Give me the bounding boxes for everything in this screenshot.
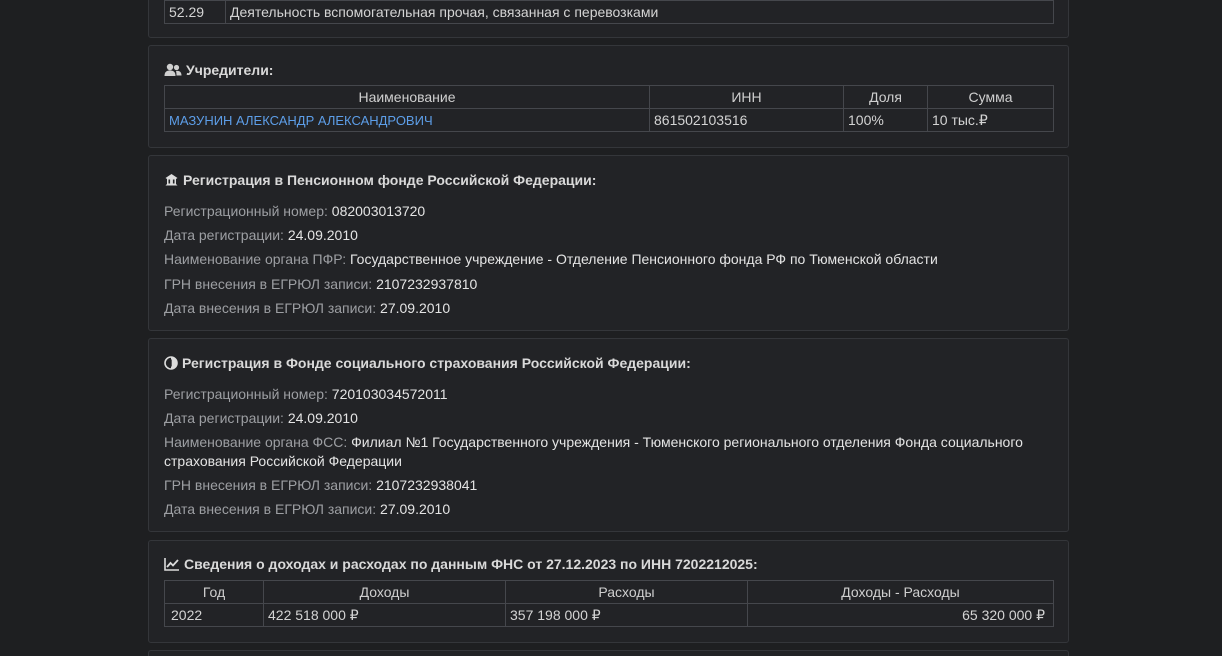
founder-sum: 10 тыс.₽ bbox=[927, 108, 1054, 132]
pfr-entry-date-row: Дата внесения в ЕГРЮЛ записи: 27.09.2010 bbox=[164, 299, 1054, 318]
founder-share: 100% bbox=[843, 108, 928, 132]
pfr-grn-label: ГРН внесения в ЕГРЮЛ записи: bbox=[164, 276, 373, 292]
pfr-grn-row: ГРН внесения в ЕГРЮЛ записи: 21072329378… bbox=[164, 275, 1054, 294]
founders-title: Учредители: bbox=[164, 62, 273, 78]
founders-card: Учредители: Наименование ИНН Доля Сумма … bbox=[148, 45, 1069, 148]
okved-code: 52.29 bbox=[164, 0, 226, 24]
founder-name-link[interactable]: МАЗУНИН АЛЕКСАНДР АЛЕКСАНДРОВИЧ bbox=[169, 113, 433, 128]
okved-name: Деятельность вспомогательная прочая, свя… bbox=[225, 0, 1054, 24]
column-header-income: Доходы bbox=[263, 580, 506, 604]
founder-inn: 861502103516 bbox=[649, 108, 844, 132]
pfr-entry-date: 27.09.2010 bbox=[380, 300, 451, 316]
fss-reg-date: 24.09.2010 bbox=[287, 410, 358, 426]
table-header-row: Год Доходы Расходы Доходы - Расходы bbox=[164, 580, 1054, 604]
finance-title: Сведения о доходах и расходах по данным … bbox=[164, 556, 758, 572]
fss-title: Регистрация в Фонде социального страхова… bbox=[164, 355, 691, 371]
column-header-share: Доля bbox=[843, 85, 928, 109]
fss-reg-number-label: Регистрационный номер: bbox=[164, 386, 328, 402]
finance-income: 422 518 000 ₽ bbox=[263, 603, 506, 627]
fss-organ-row-cont: страхования Российской Федерации bbox=[164, 452, 1054, 471]
fss-card: Регистрация в Фонде социального страхова… bbox=[148, 338, 1069, 532]
finance-diff: 65 320 000 ₽ bbox=[747, 603, 1054, 627]
pfr-entry-date-label: Дата внесения в ЕГРЮЛ записи: bbox=[164, 300, 377, 316]
next-card bbox=[148, 650, 1069, 656]
pfr-reg-date-row: Дата регистрации: 24.09.2010 bbox=[164, 226, 1054, 245]
column-header-expenses: Расходы bbox=[505, 580, 748, 604]
okved-card: 52.29 Деятельность вспомогательная проча… bbox=[148, 0, 1069, 38]
fss-grn-row: ГРН внесения в ЕГРЮЛ записи: 21072329380… bbox=[164, 476, 1054, 495]
table-row: 2022 422 518 000 ₽ 357 198 000 ₽ 65 320 … bbox=[164, 603, 1054, 627]
okved-table: 52.29 Деятельность вспомогательная проча… bbox=[164, 0, 1054, 24]
fss-entry-date-row: Дата внесения в ЕГРЮЛ записи: 27.09.2010 bbox=[164, 500, 1054, 519]
column-header-sum: Сумма bbox=[927, 85, 1054, 109]
pfr-grn: 2107232937810 bbox=[376, 276, 478, 292]
founders-table: Наименование ИНН Доля Сумма МАЗУНИН АЛЕК… bbox=[164, 85, 1054, 132]
fss-organ-line2: страхования Российской Федерации bbox=[164, 453, 402, 469]
finance-table: Год Доходы Расходы Доходы - Расходы 2022… bbox=[164, 580, 1054, 627]
table-row: 52.29 Деятельность вспомогательная проча… bbox=[164, 0, 1054, 24]
pfr-organ: Государственное учреждение - Отделение П… bbox=[350, 251, 938, 267]
users-icon bbox=[164, 63, 182, 77]
pfr-reg-date: 24.09.2010 bbox=[287, 227, 358, 243]
fss-entry-date-label: Дата внесения в ЕГРЮЛ записи: bbox=[164, 501, 377, 517]
fss-organ-label: Наименование органа ФСС: bbox=[164, 434, 348, 450]
pfr-reg-number-row: Регистрационный номер: 082003013720 bbox=[164, 202, 1054, 221]
fss-reg-date-label: Дата регистрации: bbox=[164, 410, 284, 426]
pfr-card: Регистрация в Пенсионном фонде Российско… bbox=[148, 155, 1069, 331]
pfr-organ-label: Наименование органа ПФР: bbox=[164, 251, 347, 267]
fss-reg-date-row: Дата регистрации: 24.09.2010 bbox=[164, 409, 1054, 428]
fss-reg-number: 720103034572011 bbox=[331, 386, 448, 402]
fss-entry-date: 27.09.2010 bbox=[380, 501, 451, 517]
fss-title-text: Регистрация в Фонде социального страхова… bbox=[182, 355, 691, 371]
finance-expenses: 357 198 000 ₽ bbox=[505, 603, 748, 627]
pfr-title-text: Регистрация в Пенсионном фонде Российско… bbox=[183, 172, 597, 188]
pfr-organ-row: Наименование органа ПФР: Государственное… bbox=[164, 250, 1054, 269]
column-header-name: Наименование bbox=[164, 85, 650, 109]
founder-name-cell: МАЗУНИН АЛЕКСАНДР АЛЕКСАНДРОВИЧ bbox=[164, 108, 650, 132]
fss-organ-row: Наименование органа ФСС: Филиал №1 Госуд… bbox=[164, 433, 1054, 452]
column-header-year: Год bbox=[164, 580, 264, 604]
social-insurance-icon bbox=[164, 356, 178, 370]
table-row: МАЗУНИН АЛЕКСАНДР АЛЕКСАНДРОВИЧ 86150210… bbox=[164, 108, 1054, 132]
finance-year: 2022 bbox=[164, 603, 264, 627]
fss-grn: 2107232938041 bbox=[376, 477, 478, 493]
fss-reg-number-row: Регистрационный номер: 720103034572011 bbox=[164, 385, 1054, 404]
pension-fund-icon bbox=[164, 173, 179, 187]
founders-title-text: Учредители: bbox=[186, 62, 274, 78]
pfr-reg-number-label: Регистрационный номер: bbox=[164, 203, 328, 219]
finance-card: Сведения о доходах и расходах по данным … bbox=[148, 540, 1069, 643]
pfr-reg-number: 082003013720 bbox=[331, 203, 426, 219]
table-header-row: Наименование ИНН Доля Сумма bbox=[164, 85, 1054, 109]
fss-grn-label: ГРН внесения в ЕГРЮЛ записи: bbox=[164, 477, 373, 493]
fss-organ-line1: Филиал №1 Государственного учреждения - … bbox=[351, 434, 1023, 450]
finance-title-text: Сведения о доходах и расходах по данным … bbox=[184, 556, 758, 572]
column-header-diff: Доходы - Расходы bbox=[747, 580, 1054, 604]
pfr-reg-date-label: Дата регистрации: bbox=[164, 227, 284, 243]
chart-line-icon bbox=[164, 557, 180, 571]
column-header-inn: ИНН bbox=[649, 85, 844, 109]
pfr-title: Регистрация в Пенсионном фонде Российско… bbox=[164, 172, 596, 188]
